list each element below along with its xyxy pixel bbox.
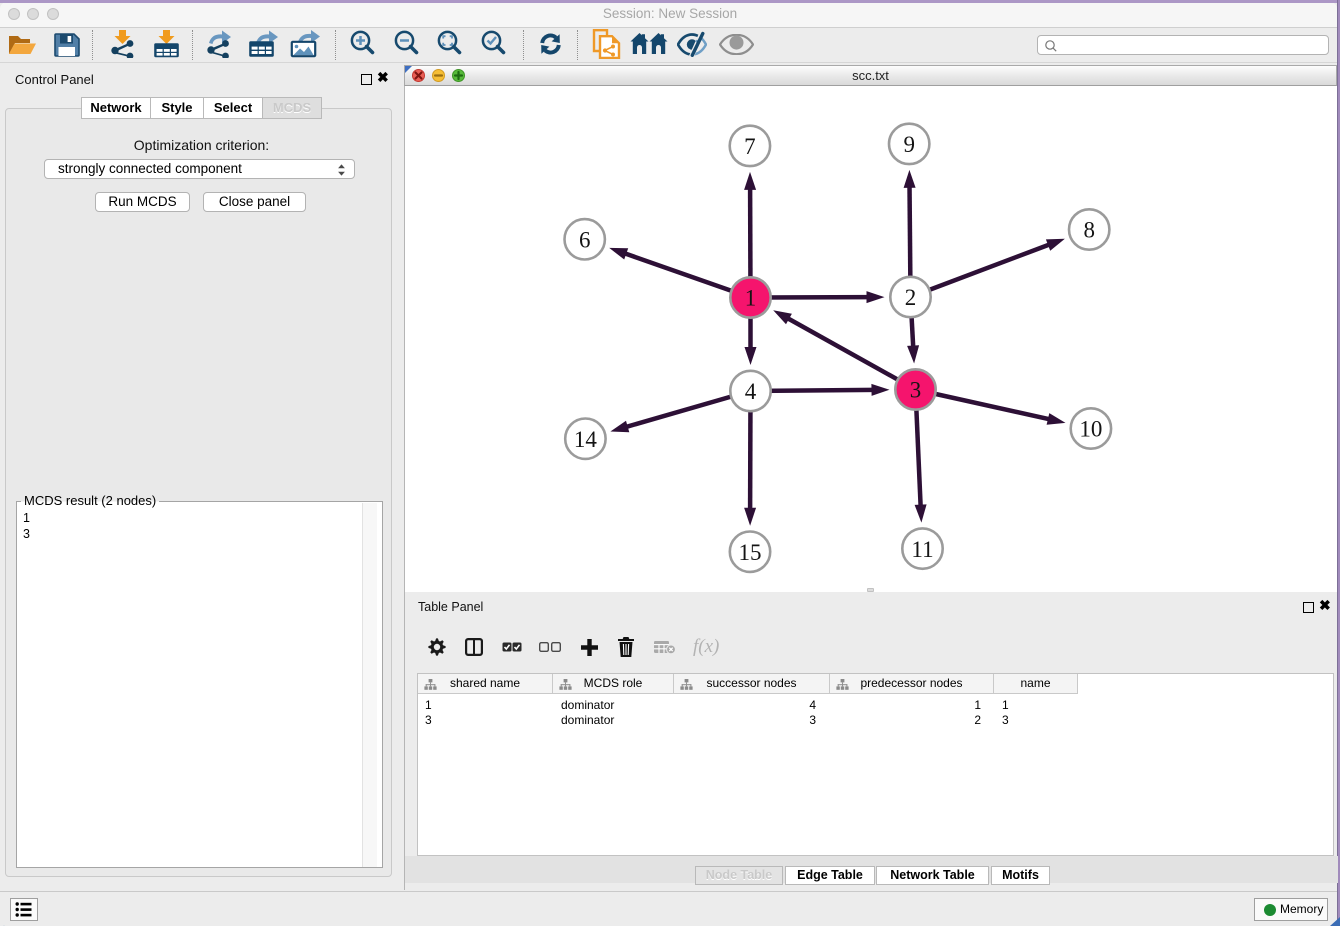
svg-text:2: 2: [905, 285, 917, 310]
svg-text:15: 15: [739, 540, 762, 565]
svg-text:14: 14: [574, 427, 598, 452]
svg-text:1: 1: [745, 286, 757, 311]
svg-text:4: 4: [745, 379, 757, 404]
svg-text:6: 6: [579, 228, 591, 253]
svg-text:7: 7: [744, 134, 756, 159]
svg-text:3: 3: [910, 378, 922, 403]
svg-text:11: 11: [911, 537, 933, 562]
svg-text:10: 10: [1079, 417, 1102, 442]
svg-text:9: 9: [903, 132, 915, 157]
svg-text:8: 8: [1083, 218, 1095, 243]
